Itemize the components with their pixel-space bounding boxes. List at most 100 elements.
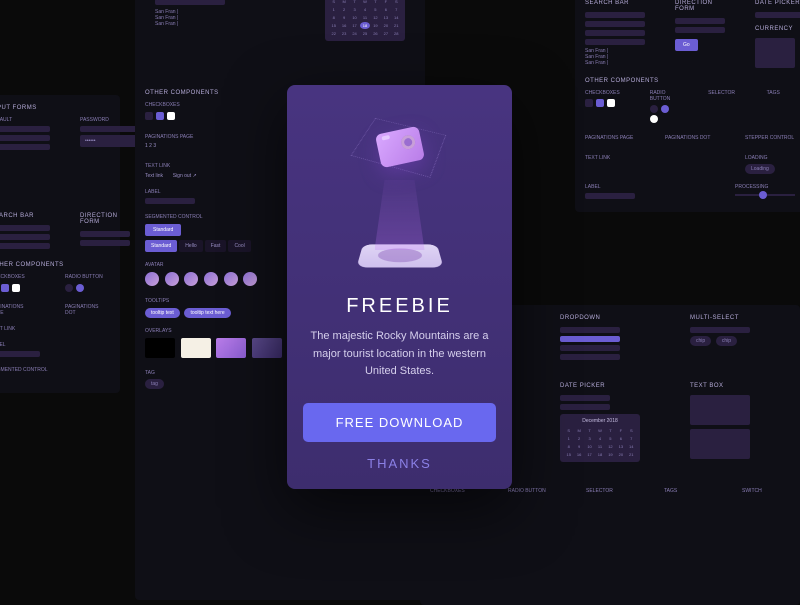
textbox-1[interactable] bbox=[690, 395, 750, 425]
freebie-modal: FREEBIE The majestic Rocky Mountains are… bbox=[287, 85, 512, 489]
dir-btn[interactable]: Go bbox=[675, 39, 698, 51]
input-default-2[interactable] bbox=[0, 135, 50, 141]
result-3[interactable]: San Fran | bbox=[155, 21, 225, 27]
checkbox[interactable] bbox=[607, 99, 615, 107]
tooltip-1: tooltip text bbox=[145, 308, 180, 318]
radio[interactable] bbox=[650, 115, 658, 123]
radio[interactable] bbox=[661, 105, 669, 113]
checkbox[interactable] bbox=[585, 99, 593, 107]
label-chk-c: CHECKBOXES bbox=[145, 102, 265, 108]
heading-search: SEARCH BAR bbox=[0, 213, 50, 219]
overlay-cream bbox=[181, 338, 211, 358]
res-r3[interactable]: San Fran | bbox=[585, 60, 645, 66]
search-3[interactable] bbox=[0, 243, 50, 249]
hero-illustration bbox=[340, 115, 460, 275]
label-selector-r: SELECTOR bbox=[708, 90, 736, 96]
label-loading-r: LOADING bbox=[745, 155, 795, 161]
search-c2[interactable] bbox=[155, 0, 225, 5]
heading-datep-b: DATE PICKER bbox=[560, 383, 660, 389]
textbox-2[interactable] bbox=[690, 429, 750, 459]
overlay-navy bbox=[252, 338, 282, 358]
seg-1[interactable]: Standard bbox=[145, 240, 177, 252]
heading-dropdown: DROPDOWN bbox=[560, 315, 660, 321]
drop-4[interactable] bbox=[560, 354, 620, 360]
date-r1[interactable] bbox=[755, 12, 800, 18]
seg-4[interactable]: Cool bbox=[228, 240, 250, 252]
radio[interactable] bbox=[650, 105, 658, 113]
checkbox[interactable] bbox=[12, 284, 20, 292]
label-tags-r: TAGS bbox=[767, 90, 795, 96]
checkbox[interactable] bbox=[167, 112, 175, 120]
checkbox[interactable] bbox=[145, 112, 153, 120]
input-password-2[interactable]: •••••• bbox=[80, 135, 140, 147]
dir-r2[interactable] bbox=[675, 27, 725, 33]
avatar-3[interactable] bbox=[184, 272, 198, 286]
heading-multi: MULTI-SELECT bbox=[690, 315, 790, 321]
multi-1[interactable] bbox=[690, 327, 750, 333]
calendar-top[interactable]: September 2018 SMTWTFS 1234567 891011121… bbox=[325, 0, 405, 41]
label-stepper-r: STEPPER CONTROL bbox=[745, 135, 795, 141]
seg-2[interactable]: Hello bbox=[179, 240, 202, 252]
label-pag-dot-a: PAGINATIONS DOT bbox=[65, 304, 110, 316]
avatar-2[interactable] bbox=[165, 272, 179, 286]
seg-3[interactable]: Fast bbox=[205, 240, 227, 252]
overlay-purple bbox=[216, 338, 246, 358]
search-r3[interactable] bbox=[585, 30, 645, 36]
checkbox[interactable] bbox=[596, 99, 604, 107]
avatar-1[interactable] bbox=[145, 272, 159, 286]
input-default-3[interactable] bbox=[0, 144, 50, 150]
seg-btn-standard[interactable]: Standard bbox=[145, 224, 181, 236]
label-chk-b: CHECKBOXES bbox=[430, 488, 478, 494]
checkbox[interactable] bbox=[156, 112, 164, 120]
progress-r bbox=[735, 194, 795, 196]
free-download-button[interactable]: FREE DOWNLOAD bbox=[303, 403, 496, 442]
textlink-2[interactable]: Sign out ↗ bbox=[173, 173, 197, 179]
currency-box[interactable] bbox=[755, 38, 795, 68]
dp-b2[interactable] bbox=[560, 404, 610, 410]
search-r1[interactable] bbox=[585, 12, 645, 18]
overlay-black bbox=[145, 338, 175, 358]
input-password-1[interactable] bbox=[80, 126, 140, 132]
checkbox[interactable] bbox=[1, 284, 9, 292]
panel-top-right: SEARCH BAR San Fran | San Fran | San Fra… bbox=[575, 0, 800, 212]
drop-1[interactable] bbox=[560, 327, 620, 333]
modal-title: FREEBIE bbox=[303, 295, 496, 318]
radio[interactable] bbox=[65, 284, 73, 292]
textlink-1[interactable]: Text link bbox=[145, 173, 163, 179]
label-chk-r: CHECKBOXES bbox=[585, 90, 620, 96]
input-default-1[interactable] bbox=[0, 126, 50, 132]
page-num[interactable]: 1 2 3 bbox=[145, 143, 156, 149]
search-1[interactable] bbox=[0, 225, 50, 231]
label-pdot-r: PAGINATIONS DOT bbox=[665, 135, 715, 141]
label-seg-a: SEGMENTED CONTROL bbox=[0, 367, 110, 373]
drop-3[interactable] bbox=[560, 345, 620, 351]
calendar-bottom[interactable]: December 2018 SMTWTFS 1234567 8910111213… bbox=[560, 414, 640, 462]
avatar-5[interactable] bbox=[224, 272, 238, 286]
thanks-link[interactable]: THANKS bbox=[303, 456, 496, 471]
label-password: PASSWORD bbox=[80, 117, 140, 123]
search-r2[interactable] bbox=[585, 21, 645, 27]
label-sel-b: SELECTOR bbox=[586, 488, 634, 494]
dir-2[interactable] bbox=[80, 240, 130, 246]
multi-chip-1[interactable]: chip bbox=[690, 336, 711, 346]
label-chip-c bbox=[145, 198, 195, 204]
radio[interactable] bbox=[76, 284, 84, 292]
loading-pill: Loading bbox=[745, 164, 775, 174]
heading-other-r: OTHER COMPONENTS bbox=[585, 78, 795, 84]
dir-r1[interactable] bbox=[675, 18, 725, 24]
label-textlink-a: TEXT LINK bbox=[0, 326, 110, 332]
label-switch-b: SWITCH bbox=[742, 488, 790, 494]
dir-1[interactable] bbox=[80, 231, 130, 237]
heading-currency: CURRENCY bbox=[755, 26, 800, 32]
search-2[interactable] bbox=[0, 234, 50, 240]
dp-b1[interactable] bbox=[560, 395, 610, 401]
avatar-4[interactable] bbox=[204, 272, 218, 286]
heading-dir-r: DIRECTION FORM bbox=[675, 0, 725, 12]
label-ppage-r: PAGINATIONS PAGE bbox=[585, 135, 635, 141]
label-label-a: LABEL bbox=[0, 342, 110, 348]
avatar-6[interactable] bbox=[243, 272, 257, 286]
tag-chip[interactable]: tag bbox=[145, 379, 164, 389]
multi-chip-2[interactable]: chip bbox=[716, 336, 737, 346]
search-r4[interactable] bbox=[585, 39, 645, 45]
drop-2[interactable] bbox=[560, 336, 620, 342]
